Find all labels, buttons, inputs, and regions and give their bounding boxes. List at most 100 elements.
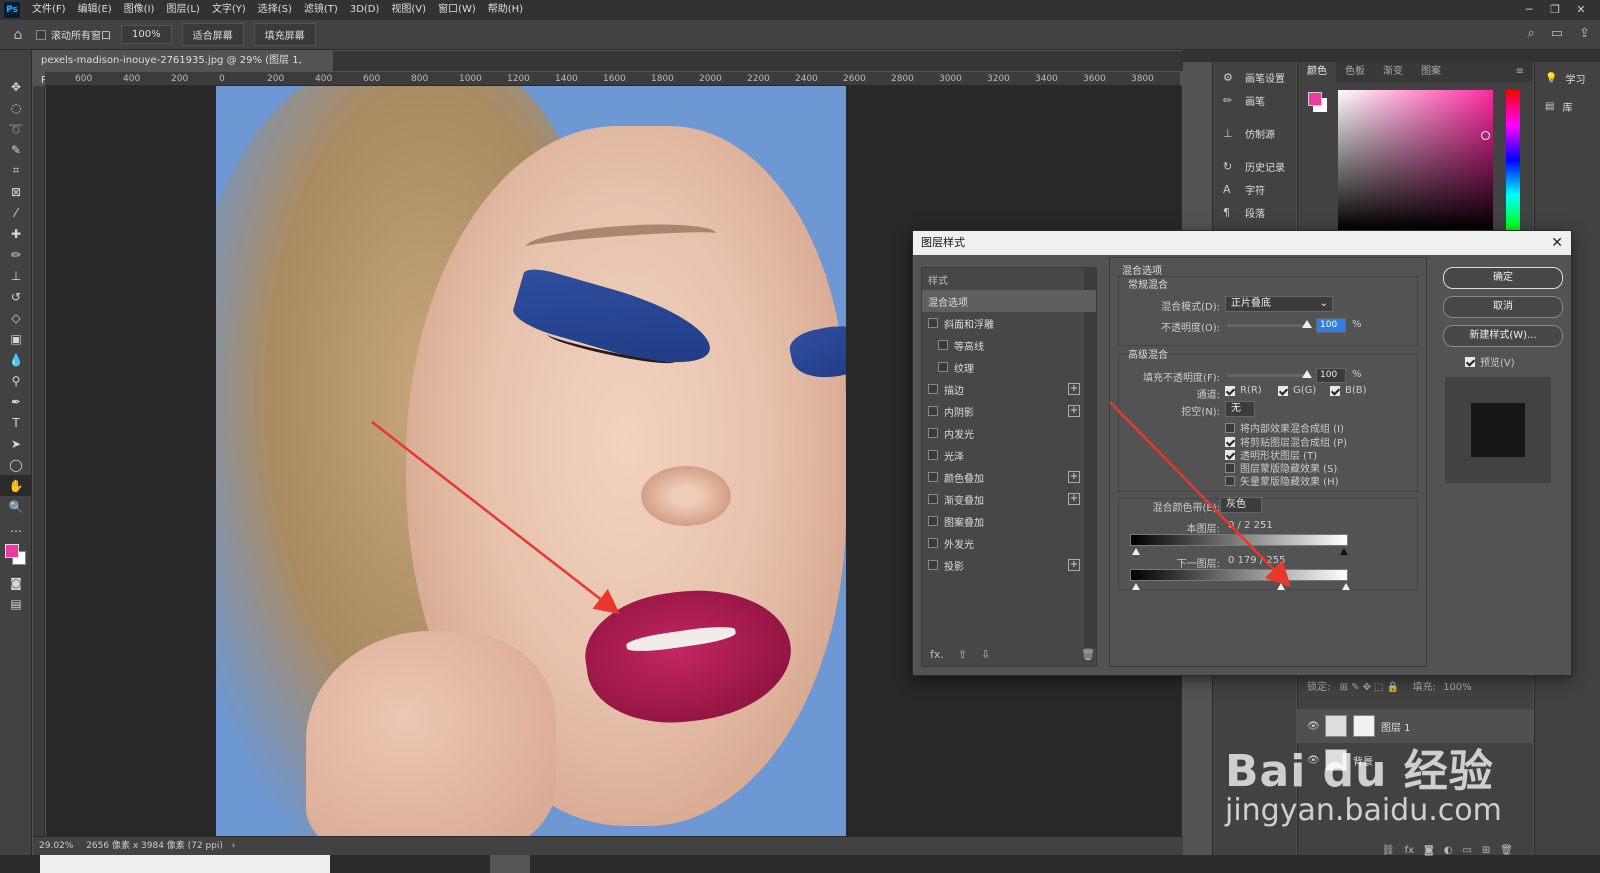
color-panel-foreground[interactable] bbox=[1308, 92, 1322, 106]
add-style-icon[interactable]: + bbox=[1068, 383, 1080, 395]
checkbox[interactable] bbox=[1225, 422, 1235, 433]
menu-layer[interactable]: 图层(L) bbox=[160, 0, 205, 20]
pen-tool-icon[interactable]: ✒ bbox=[0, 391, 32, 412]
folder-icon[interactable]: ▭ bbox=[1462, 845, 1471, 859]
new-style-button[interactable]: 新建样式(W)... bbox=[1443, 325, 1563, 347]
style-checkbox[interactable] bbox=[928, 428, 938, 438]
this-layer-gradient[interactable] bbox=[1130, 534, 1348, 546]
knockout-dropdown[interactable]: 无 bbox=[1225, 401, 1255, 417]
fill-opacity-slider-knob[interactable] bbox=[1302, 370, 1312, 378]
trash-icon[interactable]: 🗑 bbox=[1500, 845, 1513, 859]
opacity-slider[interactable] bbox=[1227, 324, 1307, 327]
history-brush-tool-icon[interactable]: ↺ bbox=[0, 286, 32, 307]
menu-window[interactable]: 窗口(W) bbox=[432, 0, 482, 20]
link-icon[interactable]: ⛓ bbox=[1382, 845, 1395, 859]
clone-stamp-tool-icon[interactable]: ⊥ bbox=[0, 265, 32, 286]
eye-icon[interactable]: 👁 bbox=[1307, 721, 1325, 732]
history-panel-button[interactable]: ↻ 历史记录 bbox=[1213, 155, 1296, 178]
preview-checkbox-row[interactable]: 预览(V) bbox=[1465, 354, 1563, 369]
checkbox[interactable] bbox=[1225, 462, 1235, 473]
document-tab[interactable]: pexels-madison-inouye-2761935.jpg @ 29% … bbox=[33, 51, 333, 86]
photo-canvas[interactable] bbox=[216, 86, 846, 836]
add-mask-icon[interactable]: ◙ bbox=[1424, 845, 1434, 859]
eraser-tool-icon[interactable]: ◇ bbox=[0, 307, 32, 328]
adv-option-row[interactable]: 将内部效果混合成组 (I) bbox=[1225, 420, 1344, 435]
zoom-tool-icon[interactable]: 🔍 bbox=[0, 496, 32, 517]
delete-style-icon[interactable]: 🗑 bbox=[1081, 648, 1095, 661]
brush-tool-icon[interactable]: ✏ bbox=[0, 244, 32, 265]
checkbox[interactable] bbox=[1330, 385, 1340, 396]
lasso-tool-icon[interactable]: ➰ bbox=[0, 118, 32, 139]
status-zoom[interactable]: 29.02% bbox=[39, 841, 73, 851]
blend-mode-dropdown[interactable]: 正片叠底 ⌄ bbox=[1225, 296, 1333, 312]
underlying-white-knob-left[interactable] bbox=[1277, 583, 1285, 590]
menu-filter[interactable]: 滤镜(T) bbox=[298, 0, 344, 20]
menu-file[interactable]: 文件(F) bbox=[26, 0, 72, 20]
this-layer-black-knob[interactable] bbox=[1132, 548, 1140, 555]
brush-panel-button[interactable]: ✏ 画笔 bbox=[1213, 89, 1296, 112]
workspace-icon[interactable]: ▭ bbox=[1551, 26, 1563, 41]
lock-icons[interactable]: ⊞ ✎ ✥ ⬚ 🔒 bbox=[1340, 682, 1400, 693]
style-item-satin[interactable]: 光泽 bbox=[922, 444, 1096, 466]
style-item-inner-glow[interactable]: 内发光 bbox=[922, 422, 1096, 444]
move-tool-icon[interactable]: ✥ bbox=[0, 76, 32, 97]
dialog-close-icon[interactable]: ✕ bbox=[1551, 231, 1563, 255]
ellipse-tool-icon[interactable]: ◯ bbox=[0, 454, 32, 475]
style-checkbox[interactable] bbox=[928, 318, 938, 328]
menu-help[interactable]: 帮助(H) bbox=[482, 0, 529, 20]
fill-opacity-slider[interactable] bbox=[1227, 374, 1307, 377]
style-item-inner-shadow[interactable]: 内阴影 + bbox=[922, 400, 1096, 422]
underlying-black-knob[interactable] bbox=[1132, 583, 1140, 590]
hand-tool-icon[interactable]: ✋ bbox=[0, 475, 32, 496]
preview-checkbox[interactable] bbox=[1465, 356, 1475, 367]
path-select-tool-icon[interactable]: ➤ bbox=[0, 433, 32, 454]
checkbox[interactable] bbox=[1278, 385, 1288, 396]
channel-b-checkbox[interactable]: B(B) bbox=[1330, 385, 1367, 396]
crop-tool-icon[interactable]: ⌗ bbox=[0, 160, 32, 181]
blend-if-dropdown[interactable]: 灰色 bbox=[1220, 497, 1262, 513]
menu-select[interactable]: 选择(S) bbox=[252, 0, 298, 20]
underlying-white-knob-right[interactable] bbox=[1342, 583, 1350, 590]
style-item-blending-options[interactable]: 混合选项 bbox=[922, 290, 1096, 312]
this-layer-white-knob[interactable] bbox=[1340, 548, 1348, 555]
fx-icon[interactable]: fx bbox=[1405, 845, 1414, 859]
chevron-right-icon[interactable]: › bbox=[232, 841, 236, 851]
more-tools-icon[interactable]: … bbox=[0, 517, 32, 538]
style-checkbox[interactable] bbox=[928, 450, 938, 460]
menu-edit[interactable]: 编辑(E) bbox=[72, 0, 118, 20]
foreground-color-swatch[interactable] bbox=[5, 544, 19, 558]
opacity-slider-knob[interactable] bbox=[1302, 320, 1312, 328]
cancel-button[interactable]: 取消 bbox=[1443, 296, 1563, 318]
style-item-texture[interactable]: 纹理 bbox=[922, 356, 1096, 378]
channel-r-checkbox[interactable]: R(R) bbox=[1225, 385, 1262, 396]
menu-image[interactable]: 图像(I) bbox=[118, 0, 161, 20]
fill-screen-button[interactable]: 填充屏幕 bbox=[253, 23, 316, 46]
checkbox[interactable] bbox=[1225, 449, 1235, 460]
style-item-outer-glow[interactable]: 外发光 bbox=[922, 532, 1096, 554]
style-checkbox[interactable] bbox=[928, 472, 938, 482]
new-layer-icon[interactable]: ⊞ bbox=[1482, 845, 1490, 859]
underlying-layer-gradient[interactable] bbox=[1130, 569, 1348, 581]
gradient-tool-icon[interactable]: ▣ bbox=[0, 328, 32, 349]
fill-opacity-input[interactable]: 100 bbox=[1316, 368, 1346, 383]
style-checkbox[interactable] bbox=[928, 560, 938, 570]
checkbox[interactable] bbox=[1225, 385, 1235, 396]
move-down-icon[interactable]: ⇩ bbox=[981, 648, 990, 661]
add-style-icon[interactable]: + bbox=[1068, 559, 1080, 571]
tab-color[interactable]: 颜色 bbox=[1298, 62, 1336, 82]
learn-panel-button[interactable]: 💡 学习 bbox=[1535, 64, 1600, 92]
healing-brush-tool-icon[interactable]: ✚ bbox=[0, 223, 32, 244]
marquee-tool-icon[interactable]: ◌ bbox=[0, 97, 32, 118]
opacity-input[interactable]: 100 bbox=[1316, 318, 1346, 333]
fx-icon[interactable]: fx. bbox=[930, 648, 944, 661]
restore-icon[interactable]: ❐ bbox=[1542, 0, 1568, 20]
dodge-tool-icon[interactable]: ⚲ bbox=[0, 370, 32, 391]
style-checkbox[interactable] bbox=[928, 406, 938, 416]
search-icon[interactable]: ⌕ bbox=[1528, 26, 1535, 41]
style-checkbox[interactable] bbox=[928, 494, 938, 504]
scroll-all-windows-checkbox[interactable] bbox=[36, 29, 46, 40]
panel-menu-icon[interactable]: ≡ bbox=[1507, 62, 1533, 82]
share-icon[interactable]: ⇪ bbox=[1579, 26, 1590, 41]
add-style-icon[interactable]: + bbox=[1068, 405, 1080, 417]
eyedropper-tool-icon[interactable]: ⁄ bbox=[0, 202, 32, 223]
